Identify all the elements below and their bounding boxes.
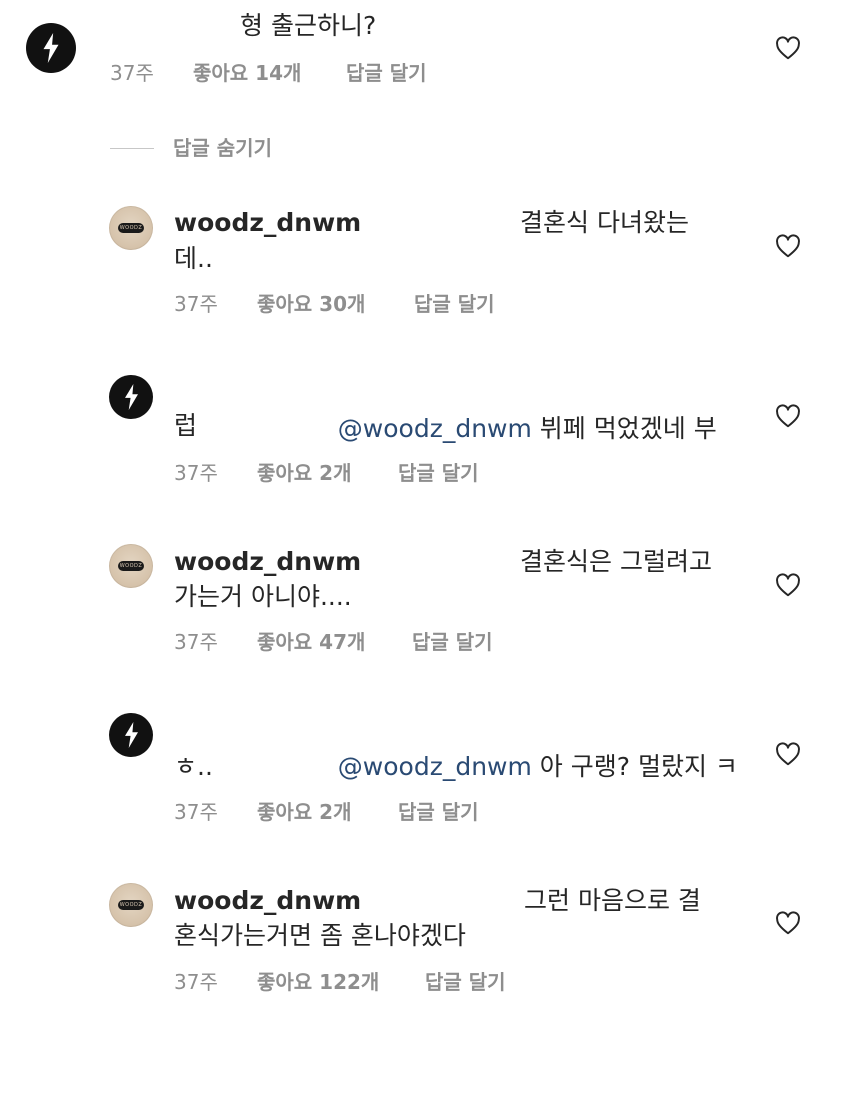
avatar-badge: WOODZ [118,561,144,571]
avatar[interactable]: WOODZ [109,883,153,927]
comment-text-continued: 가는거 아니야.... [174,582,352,611]
comment-text-continued: ㅎ.. [174,752,213,781]
comment-time[interactable]: 37주 [174,290,218,318]
avatar-badge: WOODZ [118,223,144,233]
likes-count[interactable]: 좋아요 14개 [193,59,301,87]
reply-button[interactable]: 답글 달기 [346,59,427,87]
mention-link[interactable]: @woodz_dnwm [338,414,532,443]
likes-count[interactable]: 좋아요 47개 [257,628,365,656]
heart-icon[interactable] [775,911,801,935]
divider [110,148,154,149]
comment-body: 아 구랭? 멀랐지 ㅋ [539,752,738,781]
comment-meta: 37주 좋아요 14개 답글 달기 [110,59,470,87]
comment-body: 뷔페 먹었겠네 부 [539,414,717,443]
comment-text-continued: 데.. [174,244,213,273]
lightning-bolt-icon [43,33,59,63]
heart-icon[interactable] [775,404,801,428]
avatar[interactable] [26,23,76,73]
comment-text-continued: 럽 [174,411,198,440]
reply-button[interactable]: 답글 달기 [412,628,493,656]
avatar[interactable] [109,713,153,757]
likes-count[interactable]: 좋아요 2개 [257,459,351,487]
comment-time[interactable]: 37주 [174,628,218,656]
mention-link[interactable]: @woodz_dnwm [338,752,532,781]
avatar[interactable] [109,375,153,419]
comment-meta: 37주 좋아요 47개 답글 달기 [174,628,534,656]
comment-text: 형 출근하니? [240,11,377,40]
likes-count[interactable]: 좋아요 2개 [257,798,351,826]
heart-icon[interactable] [775,742,801,766]
comment-meta: 37주 좋아요 2개 답글 달기 [174,798,534,826]
comment-text-continued: 혼식가는거면 좀 혼나야겠다 [174,921,466,950]
likes-count[interactable]: 좋아요 122개 [257,968,379,996]
likes-count[interactable]: 좋아요 30개 [257,290,365,318]
avatar[interactable]: WOODZ [109,544,153,588]
comment-username[interactable]: woodz_dnwm [174,884,361,918]
hide-replies-label[interactable]: 답글 숨기기 [173,134,272,162]
comment-time[interactable]: 37주 [174,798,218,826]
avatar[interactable]: WOODZ [109,206,153,250]
reply-button[interactable]: 답글 달기 [398,798,479,826]
comment-time[interactable]: 37주 [174,968,218,996]
comment-text: 결혼식은 그럴려고 [520,547,712,576]
heart-icon[interactable] [775,234,801,258]
heart-icon[interactable] [775,573,801,597]
avatar-badge: WOODZ [118,900,144,910]
reply-button[interactable]: 답글 달기 [398,459,479,487]
comment-meta: 37주 좋아요 2개 답글 달기 [174,459,534,487]
comment-username[interactable]: woodz_dnwm [174,206,361,240]
lightning-bolt-icon [124,384,138,410]
comment-username[interactable]: woodz_dnwm [174,545,361,579]
comment-text: 그런 마음으로 결 [524,886,701,915]
reply-button[interactable]: 답글 달기 [414,290,495,318]
lightning-bolt-icon [124,722,138,748]
comment-text: 결혼식 다녀왔는 [520,208,689,237]
comment-meta: 37주 좋아요 30개 답글 달기 [174,290,534,318]
comment-time[interactable]: 37주 [174,459,218,487]
heart-icon[interactable] [775,36,801,60]
comment-meta: 37주 좋아요 122개 답글 달기 [174,968,554,996]
comment-time[interactable]: 37주 [110,59,154,87]
reply-button[interactable]: 답글 달기 [425,968,506,996]
